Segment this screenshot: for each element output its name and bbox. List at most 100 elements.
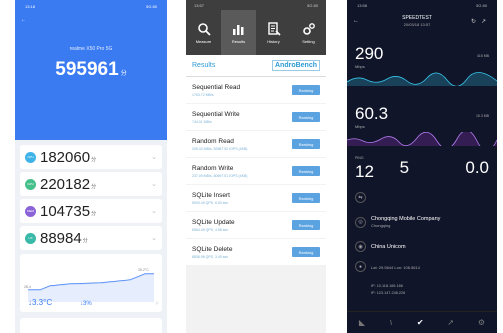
- server-name: Chongqing Mobile Company: [371, 216, 441, 222]
- download-value: 290: [355, 44, 384, 63]
- server-icon: ◎: [355, 216, 366, 228]
- result-value: 744.01 MB/s: [192, 119, 212, 124]
- score-row-cpu[interactable]: CPU 182060 分 ⌄: [20, 145, 162, 169]
- result-value: 1763.72 MB/s: [192, 92, 214, 97]
- server-city: Chongqing: [371, 223, 391, 228]
- gpu-badge-icon: GPU: [25, 178, 36, 190]
- server-row[interactable]: ◎ Chongqing Mobile Company Chongqing: [355, 216, 440, 228]
- device-name: realme X50 Pro 5G: [69, 46, 113, 52]
- upload-value: 60.3: [355, 104, 389, 123]
- connection-row: ⇆: [355, 192, 371, 203]
- speedtest-title-block: SPEEDTEST 20/03/18 13:57: [363, 15, 471, 27]
- bar-chart-icon: [232, 24, 243, 35]
- status-bar: 13:58 5G 80: [347, 0, 497, 10]
- ranking-button[interactable]: Ranking: [292, 247, 320, 257]
- chart-high-label: 35.2°C: [138, 268, 149, 272]
- tab-label: History: [267, 38, 280, 44]
- mem-badge-icon: MEM: [25, 205, 36, 217]
- upload-data-value: 15.3 MB: [475, 114, 489, 118]
- external-ip: IP: 123.147.248.226: [371, 291, 406, 295]
- coverage-icon[interactable]: ➚: [447, 318, 454, 327]
- result-item-rand-write: Random Write 237.09 MB/s, 60697.51 IOPS (…: [186, 158, 326, 184]
- upload-unit: Mbps: [355, 124, 365, 129]
- score-row-mem[interactable]: MEM 104735 分 ⌄: [20, 199, 162, 223]
- antutu-header: 13:18 5G 80 ← realme X50 Pro 5G 595961 分: [15, 0, 167, 140]
- upload-graph: [347, 132, 497, 146]
- antutu-screen: 13:18 5G 80 ← realme X50 Pro 5G 595961 分 …: [15, 0, 167, 333]
- score-unit: 分: [91, 183, 97, 190]
- chevron-down-icon: ⌄: [151, 208, 157, 215]
- ranking-button[interactable]: Ranking: [292, 166, 320, 176]
- download-data-value: 415 MB: [476, 54, 489, 58]
- chevron-down-icon: ⌄: [151, 154, 157, 161]
- upload-data-used: 15.3 MB: [476, 114, 489, 119]
- back-arrow-icon[interactable]: ←: [353, 18, 363, 24]
- tab-results[interactable]: Results: [221, 10, 256, 55]
- refresh-icon[interactable]: ↻: [471, 18, 481, 25]
- score-value: 182060: [40, 148, 91, 166]
- temperature-delta: ↓3.3°C: [28, 298, 53, 307]
- result-title: Sequential Write: [192, 110, 240, 118]
- speed-gauge-icon[interactable]: ◣: [359, 318, 365, 327]
- share-icon[interactable]: ↗: [481, 18, 491, 25]
- ux-badge-icon: UX: [25, 232, 36, 244]
- tab-label: Results: [231, 38, 246, 44]
- score-value: 220182: [40, 175, 91, 193]
- battery-delta: ↓3%: [80, 301, 92, 307]
- results-icon[interactable]: ١: [389, 318, 393, 327]
- user-latlon: Lat: 29.5644 Lon: 106.5614: [371, 264, 420, 270]
- tab-history[interactable]: History: [256, 10, 291, 55]
- chevron-down-icon: ⌄: [151, 181, 157, 188]
- score-unit: 分: [82, 237, 88, 244]
- status-indicators: 5G 80: [476, 2, 487, 8]
- speedtest-screen: 13:58 5G 80 ← SPEEDTEST 20/03/18 13:57 ↻…: [347, 0, 497, 333]
- result-value: 205.42 MB/s, 52587.52 IOPS (4KB): [192, 146, 248, 151]
- score-row-gpu[interactable]: GPU 220182 分 ⌄: [20, 172, 162, 196]
- antutu-footer-card[interactable]: [20, 318, 162, 333]
- result-item-rand-read: Random Read 205.42 MB/s, 52587.52 IOPS (4…: [186, 131, 326, 157]
- status-time: 13:58: [357, 2, 368, 8]
- androbench-screen: 13:57 5G 80 Measure Results History Sett…: [186, 0, 326, 333]
- result-title: SQLite Update: [192, 218, 235, 226]
- result-item-seq-read: Sequential Read 1763.72 MB/s Ranking: [186, 77, 326, 103]
- total-score: 595961 分: [15, 59, 167, 81]
- result-item-sqlite-update: SQLite Update 6554.49 QPS, 4.58 sec Ranki…: [186, 212, 326, 238]
- total-score-unit: 分: [120, 71, 127, 77]
- result-title: Random Read: [192, 137, 234, 145]
- gears-icon: [302, 22, 315, 35]
- score-unit: 分: [91, 210, 97, 217]
- loss-value: 0.0: [465, 158, 490, 177]
- temperature-card[interactable]: 28.4 35.2°C ↓3.3°C ↓3% ›: [20, 254, 162, 312]
- ranking-button[interactable]: Ranking: [292, 193, 320, 203]
- chevron-right-icon: ›: [155, 300, 158, 307]
- tab-label: Measure: [195, 38, 212, 44]
- result-item-sqlite-insert: SQLite Insert 5003.49 QPS, 6.00 sec Ranki…: [186, 185, 326, 211]
- download-graph: [347, 72, 497, 86]
- search-icon: [197, 22, 211, 36]
- ranking-button[interactable]: Ranking: [292, 112, 320, 122]
- user-location-row: ● Lat: 29.5644 Lon: 106.5614: [355, 261, 420, 272]
- latency-stats: PING 12 5 0.0: [355, 156, 489, 182]
- ranking-button[interactable]: Ranking: [292, 220, 320, 230]
- result-item-sqlite-delete: SQLite Delete 8836.98 QPS, 3.40 sec Ranki…: [186, 239, 326, 265]
- tab-measure[interactable]: Measure: [186, 10, 221, 55]
- tab-setting[interactable]: Setting: [291, 10, 326, 55]
- ping-label: PING: [355, 156, 364, 160]
- ranking-button[interactable]: Ranking: [292, 139, 320, 149]
- speedtest-title: SPEEDTEST: [402, 15, 432, 21]
- settings-icon[interactable]: ⚙: [478, 318, 485, 327]
- androbench-toolbar: 13:57 5G 80 Measure Results History Sett…: [186, 0, 326, 55]
- result-title: Sequential Read: [192, 83, 241, 91]
- upload-graph-area: [347, 132, 497, 146]
- back-arrow-icon[interactable]: ←: [21, 17, 26, 23]
- result-value: 5003.49 QPS, 6.00 sec: [192, 200, 229, 205]
- score-row-ux[interactable]: UX 88984 分 ⌄: [20, 226, 162, 250]
- ping-stat: PING 12: [355, 156, 400, 182]
- internal-ip: IP: 10.118.169.186: [371, 284, 403, 288]
- ranking-button[interactable]: Ranking: [292, 85, 320, 95]
- speedtest-check-icon[interactable]: ✔: [417, 318, 424, 327]
- connection-icon: ⇆: [355, 192, 366, 203]
- ping-value: 12: [355, 162, 374, 181]
- status-indicators: 5G 80: [307, 2, 318, 8]
- download-unit: Mbps: [355, 64, 365, 69]
